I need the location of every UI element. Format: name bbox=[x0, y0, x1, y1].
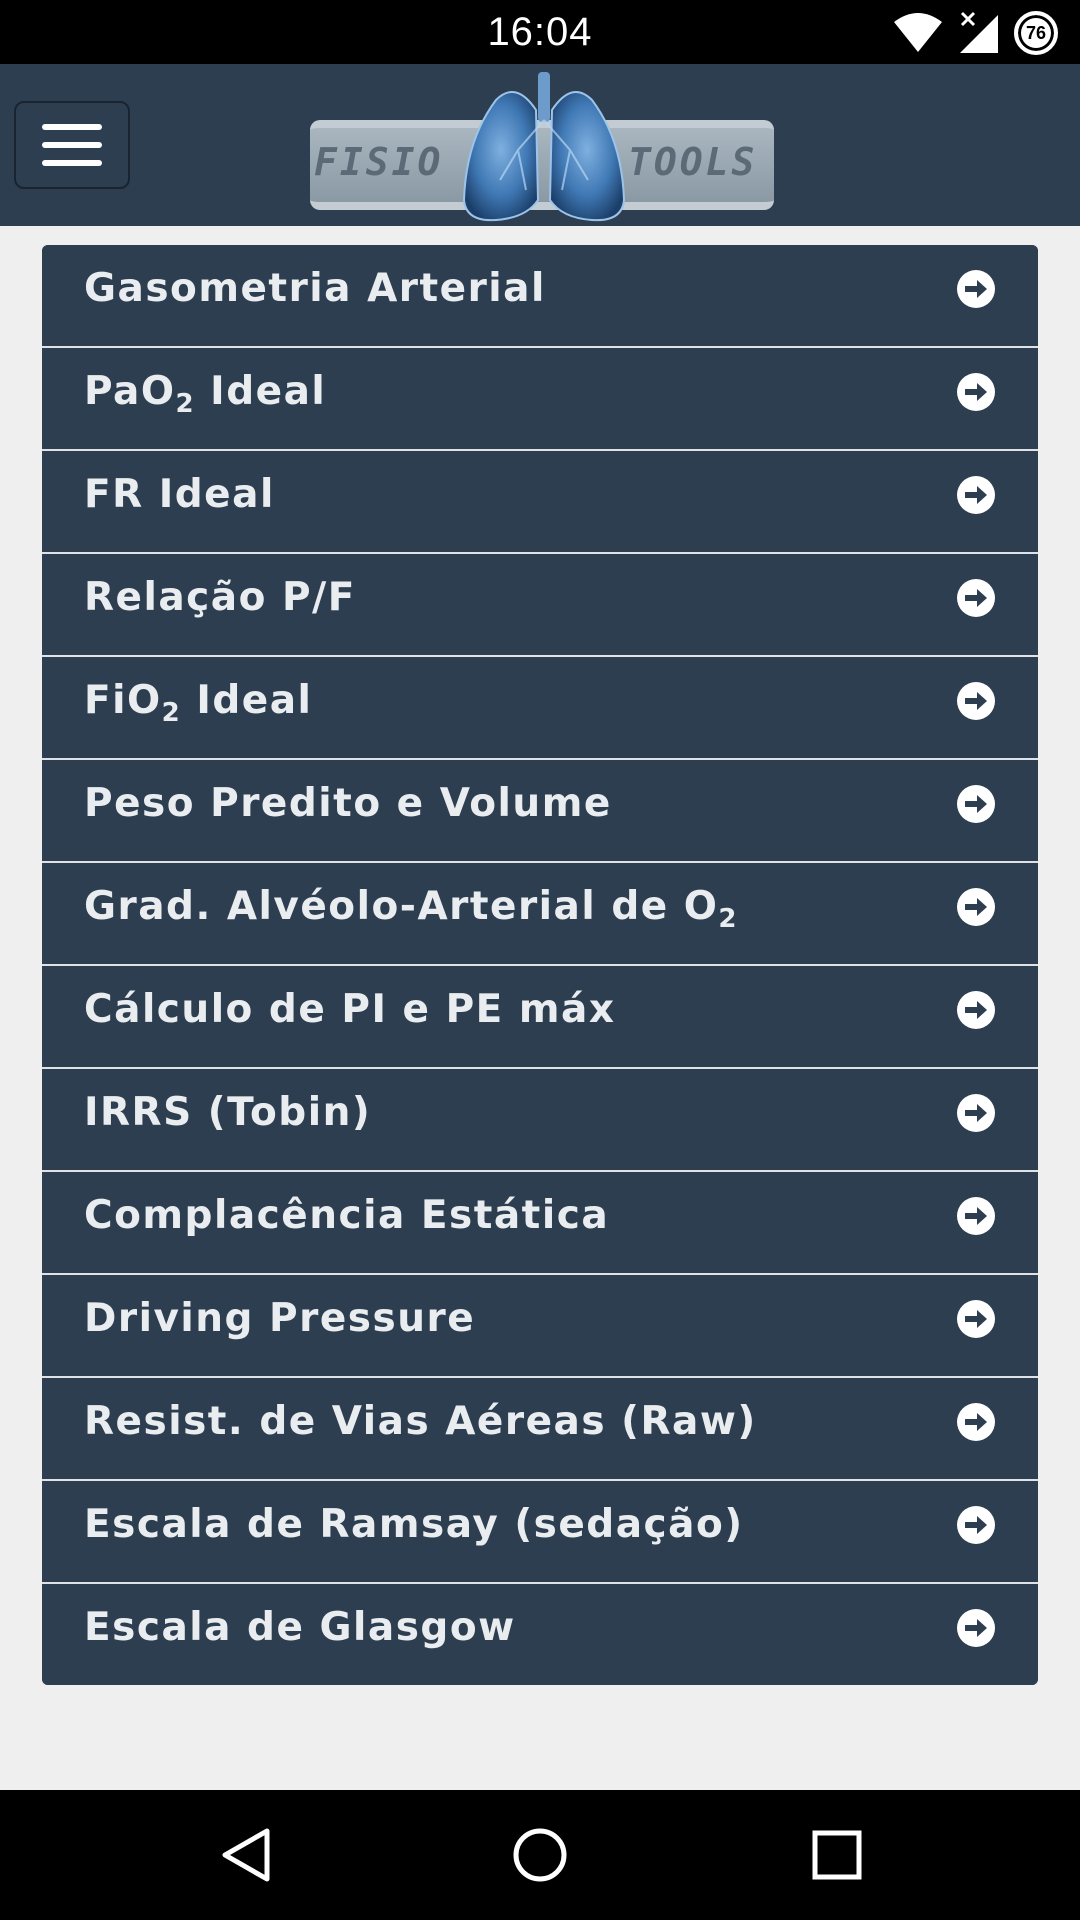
arrow-circle-right-icon bbox=[957, 785, 995, 823]
arrow-circle-right-icon bbox=[957, 270, 995, 308]
wifi-icon bbox=[892, 12, 944, 54]
arrow-circle-right-icon bbox=[957, 476, 995, 514]
menu-item-escala-glasgow[interactable]: Escala de Glasgow bbox=[42, 1584, 1038, 1685]
menu-item-pao2-ideal[interactable]: PaO2 Ideal bbox=[42, 348, 1038, 451]
home-circle-icon bbox=[513, 1828, 567, 1882]
lungs-icon bbox=[456, 70, 632, 228]
menu-item-label: PaO2 Ideal bbox=[84, 369, 327, 419]
menu-item-label: Driving Pressure bbox=[84, 1296, 476, 1341]
arrow-circle-right-icon bbox=[957, 888, 995, 926]
battery-icon: 76 bbox=[1014, 11, 1058, 55]
menu-item-fr-ideal[interactable]: FR Ideal bbox=[42, 451, 1038, 554]
menu-item-escala-ramsay[interactable]: Escala de Ramsay (sedação) bbox=[42, 1481, 1038, 1584]
logo-text-right: TOOLS bbox=[628, 140, 758, 184]
menu-item-irrs-tobin[interactable]: IRRS (Tobin) bbox=[42, 1069, 1038, 1172]
home-button[interactable] bbox=[500, 1815, 580, 1895]
menu-item-label: FiO2 Ideal bbox=[84, 678, 313, 728]
menu-item-label: Peso Predito e Volume bbox=[84, 781, 612, 826]
menu-item-label: Relação P/F bbox=[84, 575, 356, 620]
menu-item-label: Complacência Estática bbox=[84, 1193, 610, 1238]
menu-item-label: Grad. Alvéolo-Arterial de O2 bbox=[84, 884, 739, 934]
arrow-circle-right-icon bbox=[957, 991, 995, 1029]
menu-item-gasometria-arterial[interactable]: Gasometria Arterial bbox=[42, 245, 1038, 348]
menu-item-label: Cálculo de PI e PE máx bbox=[84, 987, 616, 1032]
recent-apps-square-icon bbox=[812, 1830, 862, 1880]
menu-item-fio2-ideal[interactable]: FiO2 Ideal bbox=[42, 657, 1038, 760]
menu-item-grad-alveolo-arterial[interactable]: Grad. Alvéolo-Arterial de O2 bbox=[42, 863, 1038, 966]
status-icons: 76 bbox=[892, 8, 1058, 58]
arrow-circle-right-icon bbox=[957, 1197, 995, 1235]
logo-text-left: FISIO bbox=[314, 140, 444, 184]
calculator-menu-list: Gasometria Arterial PaO2 Ideal FR Ideal … bbox=[42, 245, 1038, 1685]
menu-item-calculo-pi-pe-max[interactable]: Cálculo de PI e PE máx bbox=[42, 966, 1038, 1069]
back-button[interactable] bbox=[205, 1815, 285, 1895]
status-bar: 16:04 76 bbox=[0, 0, 1080, 64]
arrow-circle-right-icon bbox=[957, 373, 995, 411]
cell-signal-icon bbox=[958, 11, 1000, 55]
menu-item-relacao-pf[interactable]: Relação P/F bbox=[42, 554, 1038, 657]
menu-item-label: Escala de Ramsay (sedação) bbox=[84, 1502, 744, 1547]
arrow-circle-right-icon bbox=[957, 1506, 995, 1544]
menu-item-label: Escala de Glasgow bbox=[84, 1605, 516, 1650]
arrow-circle-right-icon bbox=[957, 1403, 995, 1441]
arrow-circle-right-icon bbox=[957, 1609, 995, 1647]
hamburger-menu-icon bbox=[42, 124, 102, 166]
back-triangle-icon bbox=[222, 1828, 270, 1882]
menu-item-driving-pressure[interactable]: Driving Pressure bbox=[42, 1275, 1038, 1378]
menu-item-complacencia-estatica[interactable]: Complacência Estática bbox=[42, 1172, 1038, 1275]
arrow-circle-right-icon bbox=[957, 1300, 995, 1338]
menu-button[interactable] bbox=[14, 101, 130, 189]
system-nav-bar bbox=[0, 1790, 1080, 1920]
app-header: FISIO TOOLS bbox=[0, 64, 1080, 226]
app-logo[interactable]: FISIO TOOLS bbox=[310, 70, 774, 226]
menu-item-resist-vias-aereas[interactable]: Resist. de Vias Aéreas (Raw) bbox=[42, 1378, 1038, 1481]
arrow-circle-right-icon bbox=[957, 579, 995, 617]
menu-item-label: Gasometria Arterial bbox=[84, 266, 546, 311]
menu-item-label: IRRS (Tobin) bbox=[84, 1090, 372, 1135]
menu-item-peso-predito-volume[interactable]: Peso Predito e Volume bbox=[42, 760, 1038, 863]
arrow-circle-right-icon bbox=[957, 1094, 995, 1132]
menu-item-label: FR Ideal bbox=[84, 472, 275, 517]
menu-item-label: Resist. de Vias Aéreas (Raw) bbox=[84, 1399, 757, 1444]
arrow-circle-right-icon bbox=[957, 682, 995, 720]
recent-apps-button[interactable] bbox=[797, 1815, 877, 1895]
